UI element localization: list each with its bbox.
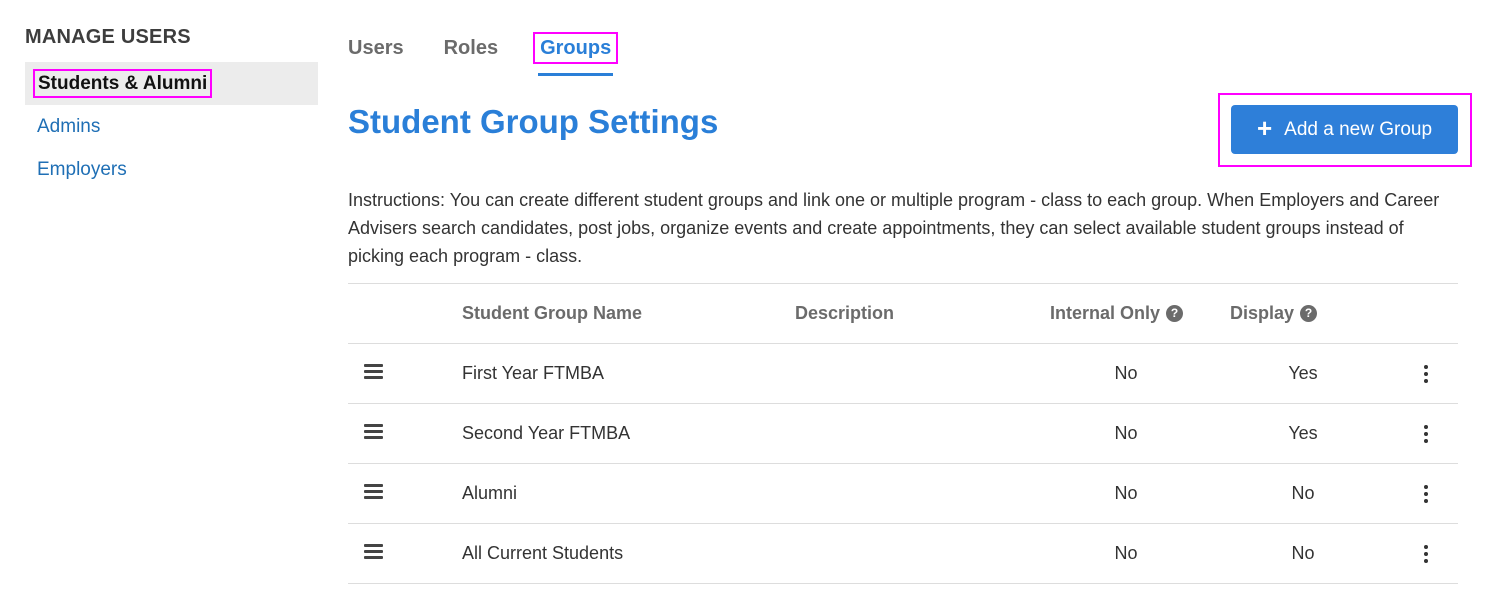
sidebar-item-employers[interactable]: Employers bbox=[25, 148, 318, 191]
plus-icon: + bbox=[1256, 113, 1273, 143]
column-header-name: Student Group Name bbox=[462, 303, 643, 323]
tab-bar: Users Roles Groups bbox=[348, 28, 653, 76]
internal-only-cell: No bbox=[1114, 543, 1138, 563]
row-menu-cell bbox=[1410, 483, 1458, 504]
drag-handle-cell bbox=[348, 543, 462, 564]
drag-handle-icon[interactable] bbox=[364, 424, 383, 439]
tab-groups[interactable]: Groups bbox=[533, 28, 619, 76]
sidebar-heading: MANAGE USERS bbox=[25, 26, 191, 48]
tab-users[interactable]: Users bbox=[348, 28, 404, 76]
more-options-icon[interactable] bbox=[1422, 365, 1430, 384]
sidebar: MANAGE USERS Students & Alumni Admins Em… bbox=[25, 22, 318, 191]
sidebar-item-admins[interactable]: Admins bbox=[25, 105, 318, 148]
display-cell: No bbox=[1291, 543, 1315, 563]
row-menu-cell bbox=[1410, 363, 1458, 384]
table-row: Alumni No No bbox=[348, 464, 1458, 524]
table-row: Second Year FTMBA No Yes bbox=[348, 404, 1458, 464]
row-menu-cell bbox=[1410, 423, 1458, 444]
help-icon[interactable]: ? bbox=[1300, 305, 1318, 322]
table-row: All Current Students No No bbox=[348, 524, 1458, 584]
tab-roles[interactable]: Roles bbox=[444, 28, 498, 76]
drag-handle-cell bbox=[348, 483, 462, 504]
tab-label: Roles bbox=[443, 37, 499, 59]
more-options-icon[interactable] bbox=[1422, 545, 1430, 564]
tab-label: Users bbox=[348, 37, 404, 59]
drag-handle-cell bbox=[348, 363, 462, 384]
group-name-cell: Second Year FTMBA bbox=[462, 423, 631, 443]
display-cell: No bbox=[1291, 483, 1315, 503]
sidebar-item-label: Admins bbox=[37, 116, 101, 137]
internal-only-cell: No bbox=[1114, 483, 1138, 503]
drag-handle-icon[interactable] bbox=[364, 364, 383, 379]
groups-table: Student Group Name Description Internal … bbox=[348, 283, 1458, 584]
drag-handle-icon[interactable] bbox=[364, 484, 383, 499]
tab-label: Groups bbox=[533, 32, 619, 64]
group-name-cell: Alumni bbox=[462, 483, 518, 503]
column-header-display-label: Display bbox=[1230, 303, 1295, 323]
column-header-internal-only: Internal Only ? bbox=[1050, 303, 1230, 324]
display-cell: Yes bbox=[1288, 423, 1318, 443]
add-group-button[interactable]: + Add a new Group bbox=[1231, 105, 1458, 154]
table-header: Student Group Name Description Internal … bbox=[348, 284, 1458, 344]
display-cell: Yes bbox=[1288, 363, 1318, 383]
drag-handle-cell bbox=[348, 423, 462, 444]
sidebar-item-label: Students & Alumni bbox=[32, 69, 213, 98]
column-header-internal-only-label: Internal Only bbox=[1050, 303, 1161, 323]
group-name-cell: First Year FTMBA bbox=[462, 363, 605, 383]
row-menu-cell bbox=[1410, 543, 1458, 564]
column-header-description: Description bbox=[795, 303, 895, 323]
internal-only-cell: No bbox=[1114, 363, 1138, 383]
table-row: First Year FTMBA No Yes bbox=[348, 344, 1458, 404]
group-name-cell: All Current Students bbox=[462, 543, 624, 563]
sidebar-item-students-alumni[interactable]: Students & Alumni bbox=[25, 62, 318, 105]
add-group-button-label: Add a new Group bbox=[1284, 118, 1433, 140]
more-options-icon[interactable] bbox=[1422, 485, 1430, 504]
internal-only-cell: No bbox=[1114, 423, 1138, 443]
drag-handle-icon[interactable] bbox=[364, 544, 383, 559]
instructions-text: Instructions: You can create different s… bbox=[348, 190, 1440, 266]
column-header-display: Display ? bbox=[1230, 303, 1410, 324]
help-icon[interactable]: ? bbox=[1166, 305, 1184, 322]
more-options-icon[interactable] bbox=[1422, 425, 1430, 444]
page-title: Student Group Settings bbox=[348, 103, 719, 140]
sidebar-item-label: Employers bbox=[37, 159, 127, 180]
